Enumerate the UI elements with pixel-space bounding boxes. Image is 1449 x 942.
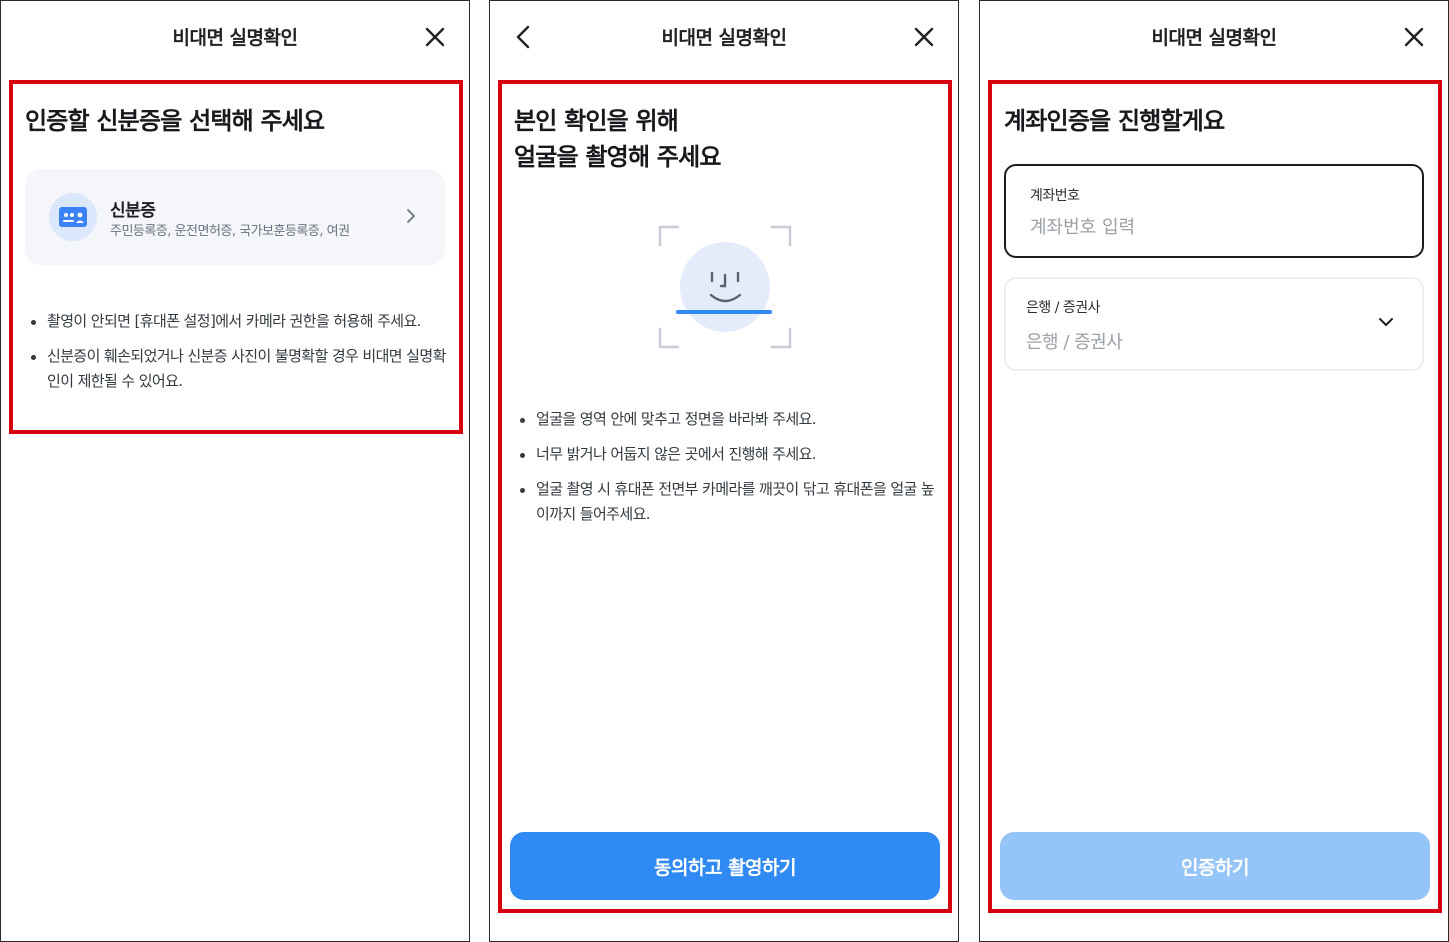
account-verify-screen: 비대면 실명확인 계좌인증을 진행할게요 계좌번호 은행 / 증권사 은행 / … — [979, 0, 1449, 942]
account-number-input[interactable] — [1030, 212, 1390, 242]
top-bar: 비대면 실명확인 — [1, 1, 469, 73]
account-number-field[interactable]: 계좌번호 — [1004, 164, 1424, 258]
top-bar: 비대면 실명확인 — [490, 1, 958, 73]
screen-heading-line2: 얼굴을 촬영해 주세요 — [514, 143, 721, 171]
face-scan-icon — [658, 225, 792, 349]
id-select-screen: 비대면 실명확인 인증할 신분증을 선택해 주세요 신분증 주민등록증, 운전면… — [0, 0, 470, 942]
notice-item: 얼굴 촬영 시 휴대폰 전면부 카메라를 깨끗이 닦고 휴대폰을 얼굴 높이까지… — [520, 477, 938, 527]
id-card-subtitle: 주민등록증, 운전면허증, 국가보훈등록증, 여권 — [110, 224, 350, 239]
close-icon[interactable] — [419, 21, 451, 53]
close-icon[interactable] — [908, 21, 940, 53]
chevron-down-icon — [1379, 318, 1393, 326]
screen-heading-line1: 본인 확인을 위해 — [514, 107, 679, 135]
notice-list: 촬영이 안되면 [휴대폰 설정]에서 카메라 권한을 허용해 주세요. 신분증이… — [31, 309, 449, 404]
page-title: 비대면 실명확인 — [661, 27, 787, 49]
notice-item: 얼굴을 영역 안에 맞추고 정면을 바라봐 주세요. — [520, 407, 938, 432]
agree-capture-button[interactable]: 동의하고 촬영하기 — [510, 832, 940, 900]
chevron-right-icon — [407, 209, 415, 223]
account-number-label: 계좌번호 — [1030, 188, 1080, 204]
notice-item: 너무 밝거나 어둡지 않은 곳에서 진행해 주세요. — [520, 442, 938, 467]
id-card-title: 신분증 — [110, 201, 156, 221]
page-title: 비대면 실명확인 — [172, 27, 298, 49]
bank-select[interactable]: 은행 / 증권사 은행 / 증권사 — [1004, 277, 1424, 371]
bank-select-label: 은행 / 증권사 — [1026, 300, 1101, 316]
bank-select-value: 은행 / 증권사 — [1026, 332, 1123, 353]
id-card-option[interactable]: 신분증 주민등록증, 운전면허증, 국가보훈등록증, 여권 — [25, 169, 445, 265]
screen-heading: 인증할 신분증을 선택해 주세요 — [25, 107, 325, 135]
id-card-icon — [49, 193, 97, 241]
notice-list: 얼굴을 영역 안에 맞추고 정면을 바라봐 주세요. 너무 밝거나 어둡지 않은… — [520, 407, 938, 537]
notice-item: 신분증이 훼손되었거나 신분증 사진이 불명확할 경우 비대면 실명확인이 제한… — [31, 344, 449, 394]
face-capture-screen: 비대면 실명확인 본인 확인을 위해 얼굴을 촬영해 주세요 얼굴을 영역 안에… — [489, 0, 959, 942]
page-title: 비대면 실명확인 — [1151, 27, 1277, 49]
top-bar: 비대면 실명확인 — [980, 1, 1448, 73]
screen-heading: 계좌인증을 진행할게요 — [1004, 107, 1225, 135]
close-icon[interactable] — [1398, 21, 1430, 53]
notice-item: 촬영이 안되면 [휴대폰 설정]에서 카메라 권한을 허용해 주세요. — [31, 309, 449, 334]
verify-button[interactable]: 인증하기 — [1000, 832, 1430, 900]
